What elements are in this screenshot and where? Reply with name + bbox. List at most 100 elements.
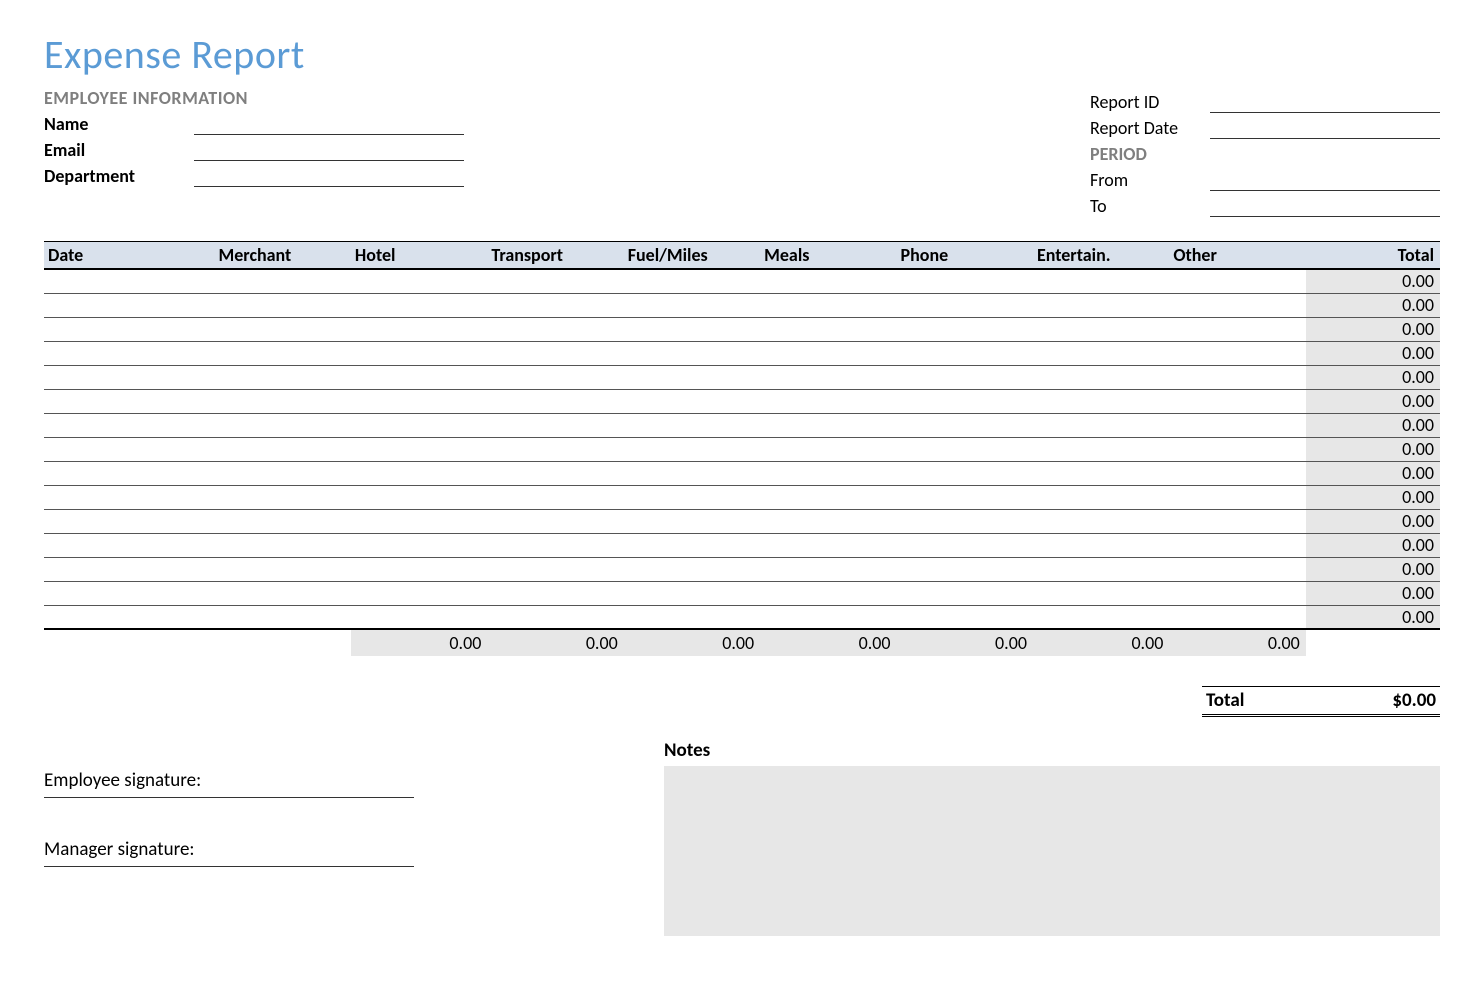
table-cell[interactable] bbox=[760, 605, 896, 629]
table-cell[interactable] bbox=[215, 341, 351, 365]
table-cell[interactable] bbox=[760, 365, 896, 389]
table-cell[interactable] bbox=[1033, 557, 1169, 581]
table-cell[interactable] bbox=[1033, 533, 1169, 557]
table-cell[interactable] bbox=[1169, 413, 1305, 437]
table-cell[interactable] bbox=[487, 317, 623, 341]
table-cell[interactable] bbox=[351, 341, 487, 365]
table-cell[interactable] bbox=[487, 341, 623, 365]
table-cell[interactable] bbox=[487, 557, 623, 581]
table-cell[interactable] bbox=[44, 365, 215, 389]
table-cell[interactable] bbox=[1169, 365, 1305, 389]
table-cell[interactable] bbox=[1169, 269, 1305, 293]
table-cell[interactable] bbox=[44, 461, 215, 485]
table-cell[interactable] bbox=[1033, 437, 1169, 461]
table-cell[interactable] bbox=[44, 413, 215, 437]
table-cell[interactable] bbox=[487, 461, 623, 485]
table-cell[interactable] bbox=[487, 533, 623, 557]
table-cell[interactable] bbox=[215, 293, 351, 317]
table-cell[interactable] bbox=[624, 293, 760, 317]
email-input[interactable] bbox=[194, 139, 464, 161]
table-cell[interactable] bbox=[1033, 509, 1169, 533]
table-cell[interactable] bbox=[351, 605, 487, 629]
table-cell[interactable] bbox=[215, 461, 351, 485]
table-cell[interactable] bbox=[760, 557, 896, 581]
table-cell[interactable] bbox=[897, 317, 1033, 341]
period-to-input[interactable] bbox=[1210, 195, 1440, 217]
table-cell[interactable] bbox=[487, 605, 623, 629]
table-cell[interactable] bbox=[1033, 605, 1169, 629]
table-cell[interactable] bbox=[624, 317, 760, 341]
table-cell[interactable] bbox=[624, 365, 760, 389]
table-cell[interactable] bbox=[44, 293, 215, 317]
table-cell[interactable] bbox=[1169, 581, 1305, 605]
table-cell[interactable] bbox=[44, 557, 215, 581]
table-cell[interactable] bbox=[487, 581, 623, 605]
table-cell[interactable] bbox=[624, 413, 760, 437]
table-cell[interactable] bbox=[487, 413, 623, 437]
table-cell[interactable] bbox=[760, 269, 896, 293]
table-cell[interactable] bbox=[351, 389, 487, 413]
table-cell[interactable] bbox=[215, 557, 351, 581]
table-cell[interactable] bbox=[487, 509, 623, 533]
table-cell[interactable] bbox=[215, 413, 351, 437]
table-cell[interactable] bbox=[215, 437, 351, 461]
table-cell[interactable] bbox=[44, 341, 215, 365]
table-cell[interactable] bbox=[624, 533, 760, 557]
table-cell[interactable] bbox=[897, 581, 1033, 605]
table-cell[interactable] bbox=[351, 365, 487, 389]
table-cell[interactable] bbox=[897, 509, 1033, 533]
table-cell[interactable] bbox=[351, 461, 487, 485]
table-cell[interactable] bbox=[624, 581, 760, 605]
table-cell[interactable] bbox=[44, 317, 215, 341]
report-date-input[interactable] bbox=[1210, 117, 1440, 139]
table-cell[interactable] bbox=[1033, 389, 1169, 413]
table-cell[interactable] bbox=[624, 509, 760, 533]
table-cell[interactable] bbox=[1169, 341, 1305, 365]
table-cell[interactable] bbox=[897, 341, 1033, 365]
table-cell[interactable] bbox=[1169, 389, 1305, 413]
table-cell[interactable] bbox=[351, 317, 487, 341]
table-cell[interactable] bbox=[351, 557, 487, 581]
table-cell[interactable] bbox=[215, 365, 351, 389]
table-cell[interactable] bbox=[351, 269, 487, 293]
table-cell[interactable] bbox=[897, 389, 1033, 413]
table-cell[interactable] bbox=[1033, 413, 1169, 437]
table-cell[interactable] bbox=[351, 437, 487, 461]
table-cell[interactable] bbox=[897, 269, 1033, 293]
table-cell[interactable] bbox=[351, 413, 487, 437]
table-cell[interactable] bbox=[44, 389, 215, 413]
table-cell[interactable] bbox=[1033, 365, 1169, 389]
table-cell[interactable] bbox=[44, 269, 215, 293]
table-cell[interactable] bbox=[624, 269, 760, 293]
table-cell[interactable] bbox=[624, 605, 760, 629]
table-cell[interactable] bbox=[1033, 317, 1169, 341]
table-cell[interactable] bbox=[760, 293, 896, 317]
table-cell[interactable] bbox=[1169, 533, 1305, 557]
name-input[interactable] bbox=[194, 113, 464, 135]
table-cell[interactable] bbox=[215, 509, 351, 533]
table-cell[interactable] bbox=[44, 605, 215, 629]
table-cell[interactable] bbox=[624, 557, 760, 581]
table-cell[interactable] bbox=[1169, 317, 1305, 341]
table-cell[interactable] bbox=[215, 605, 351, 629]
table-cell[interactable] bbox=[1033, 293, 1169, 317]
table-cell[interactable] bbox=[897, 461, 1033, 485]
table-cell[interactable] bbox=[1169, 557, 1305, 581]
table-cell[interactable] bbox=[1033, 341, 1169, 365]
table-cell[interactable] bbox=[1033, 581, 1169, 605]
table-cell[interactable] bbox=[487, 293, 623, 317]
table-cell[interactable] bbox=[760, 341, 896, 365]
table-cell[interactable] bbox=[897, 605, 1033, 629]
period-from-input[interactable] bbox=[1210, 169, 1440, 191]
table-cell[interactable] bbox=[760, 485, 896, 509]
table-cell[interactable] bbox=[44, 581, 215, 605]
table-cell[interactable] bbox=[44, 509, 215, 533]
table-cell[interactable] bbox=[624, 485, 760, 509]
table-cell[interactable] bbox=[1169, 605, 1305, 629]
table-cell[interactable] bbox=[1169, 293, 1305, 317]
table-cell[interactable] bbox=[897, 485, 1033, 509]
table-cell[interactable] bbox=[1033, 485, 1169, 509]
table-cell[interactable] bbox=[760, 509, 896, 533]
table-cell[interactable] bbox=[44, 485, 215, 509]
table-cell[interactable] bbox=[624, 437, 760, 461]
